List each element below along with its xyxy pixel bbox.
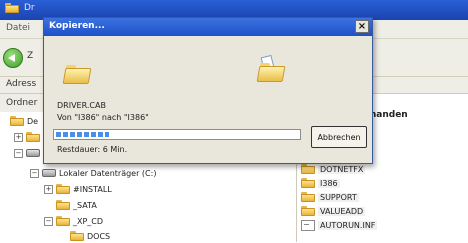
expand-icon[interactable]: + [44,184,53,194]
desktop-icon [10,116,24,126]
file-item-i386[interactable]: I386 [301,176,340,190]
menu-item-datei[interactable]: Datei [6,23,30,33]
tree-item-label: _SATA [73,200,97,210]
tree-item-sata[interactable]: _SATA [56,198,97,212]
folder-icon [5,3,19,13]
tree-item[interactable]: + [14,130,40,144]
target-folder-icon [256,62,286,82]
drive-icon [42,169,56,177]
computer-icon [26,149,40,157]
file-item-autorun[interactable]: AUTORUN.INF [301,218,378,232]
folder-icon [70,231,84,241]
copy-dialog: Kopieren... × DRIVER.CAB Von "I386" nach… [43,17,373,164]
address-label: Adress [6,79,37,89]
file-name: DOTNETFX [318,164,366,174]
tree-item-install[interactable]: + #INSTALL [44,182,112,196]
tree-item-desktop[interactable]: De [10,114,38,128]
file-name: VALUEADD [318,206,366,216]
source-folder-icon [62,64,92,84]
folder-icon [301,163,315,175]
time-remaining: Restdauer: 6 Min. [57,145,128,154]
folder-icon [56,216,70,226]
progress-bar [53,129,301,140]
tree-item-xp-cd[interactable]: − _XP_CD [44,214,103,228]
back-arrow-icon[interactable] [3,48,23,68]
cancel-button[interactable]: Abbrechen [311,126,367,148]
copy-source-target: Von "I386" nach "I386" [57,113,149,122]
file-item-dotnetfx[interactable]: DOTNETFX [301,162,366,176]
file-item-valueadd[interactable]: VALUEADD [301,204,366,218]
file-name: SUPPORT [318,192,359,202]
back-button-label[interactable]: Z [27,51,33,61]
file-name: AUTORUN.INF [318,220,378,230]
folder-icon [56,200,70,210]
explorer-title: Dr [24,3,35,13]
progress-fill [56,132,109,137]
collapse-icon[interactable]: − [14,148,23,158]
folder-icon [301,205,315,217]
tree-item-label: Lokaler Datenträger (C:) [59,168,157,178]
file-name: I386 [318,178,340,188]
expand-icon[interactable]: + [14,132,23,142]
folder-icon [301,191,315,203]
tree-item-computer[interactable]: − [14,146,40,160]
tree-item-label: DOCS [87,231,111,241]
folder-icon [56,184,70,194]
tree-item-label: _XP_CD [73,216,104,226]
dialog-title: Kopieren... [49,21,105,31]
tree-item-docs[interactable]: DOCS [70,229,110,243]
tree-item-drive-c[interactable]: − Lokaler Datenträger (C:) [30,166,156,180]
folder-icon [301,177,315,189]
text-file-icon [301,219,315,231]
collapse-icon[interactable]: − [44,216,53,226]
dialog-titlebar[interactable]: Kopieren... × [44,18,372,36]
close-icon[interactable]: × [355,20,369,33]
current-file-name: DRIVER.CAB [57,101,106,110]
collapse-icon[interactable]: − [30,168,39,178]
tree-item-label: De [27,116,39,126]
file-item-support[interactable]: SUPPORT [301,190,359,204]
tree-item-label: #INSTALL [73,184,112,194]
folder-icon [26,132,40,142]
folders-label: Ordner [6,98,38,108]
